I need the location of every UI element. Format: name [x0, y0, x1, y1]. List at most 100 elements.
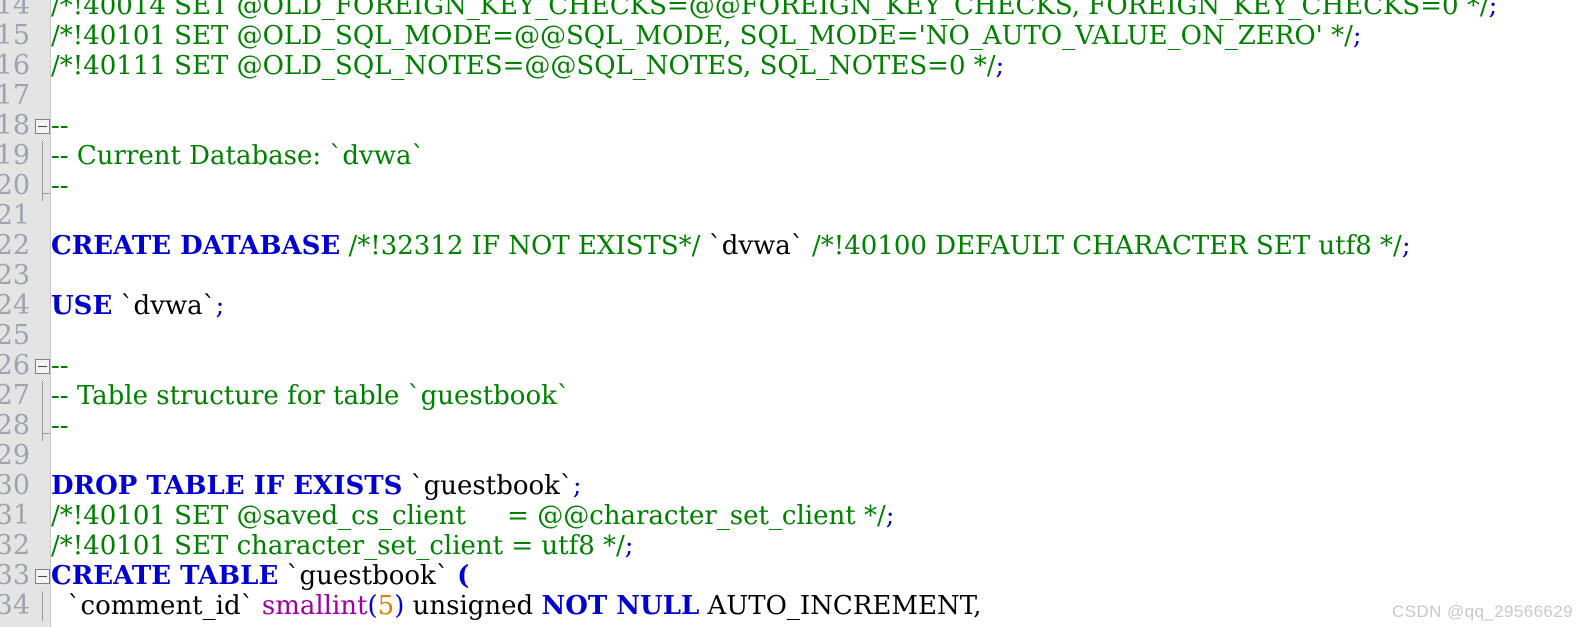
code-token: `comment_id`: [67, 591, 254, 621]
code-token: NOT NULL: [541, 591, 700, 621]
code-token: smallint: [261, 591, 368, 621]
csdn-watermark: CSDN @qq_29566629: [1392, 602, 1573, 621]
code-line[interactable]: -- Current Database: `dvwa`: [51, 141, 1583, 171]
code-token: /*!40111 SET @OLD_SQL_NOTES=@@SQL_NOTES,…: [51, 51, 996, 81]
line-number: 27: [0, 380, 30, 411]
code-token: 5: [377, 591, 395, 621]
fold-guide-line: [42, 381, 43, 411]
code-token: AUTO_INCREMENT,: [699, 591, 982, 621]
code-line[interactable]: CREATE DATABASE /*!32312 IF NOT EXISTS*/…: [51, 231, 1583, 261]
fold-guide-end: [42, 433, 50, 434]
line-number: 25: [0, 320, 30, 351]
code-line[interactable]: `comment_id` smallint(5) unsigned NOT NU…: [51, 591, 1583, 621]
code-token: /*!40100 DEFAULT CHARACTER SET utf8 */: [812, 231, 1402, 261]
code-token: --: [51, 351, 69, 381]
fold-guide-line: [42, 141, 43, 171]
code-line[interactable]: DROP TABLE IF EXISTS `guestbook`;: [51, 471, 1583, 501]
gutter-divider: [50, 0, 51, 627]
code-token: CREATE DATABASE: [51, 231, 341, 261]
line-number: 18: [0, 110, 30, 141]
code-token: ;: [885, 501, 895, 531]
code-line[interactable]: -- Table structure for table `guestbook`: [51, 381, 1583, 411]
line-number: 23: [0, 260, 30, 291]
code-token: CREATE TABLE: [51, 561, 279, 591]
fold-collapse-icon[interactable]: [35, 119, 50, 134]
code-line[interactable]: /*!40101 SET character_set_client = utf8…: [51, 531, 1583, 561]
line-number: 29: [0, 440, 30, 471]
code-line[interactable]: [51, 201, 1583, 231]
code-line[interactable]: USE `dvwa`;: [51, 291, 1583, 321]
code-line[interactable]: /*!40101 SET @OLD_SQL_MODE=@@SQL_MODE, S…: [51, 21, 1583, 51]
code-token: -- Table structure for table `guestbook`: [51, 381, 570, 411]
fold-guide-line: [42, 171, 43, 201]
code-line[interactable]: /*!40101 SET @saved_cs_client = @@charac…: [51, 501, 1583, 531]
code-token: /*!40101 SET @saved_cs_client = @@charac…: [51, 501, 886, 531]
code-token: --: [51, 171, 69, 201]
code-line[interactable]: [51, 81, 1583, 111]
code-line[interactable]: /*!40014 SET @OLD_FOREIGN_KEY_CHECKS=@@F…: [51, 0, 1583, 21]
code-token: /*!40014 SET @OLD_FOREIGN_KEY_CHECKS=@@F…: [51, 0, 1489, 21]
code-token: ;: [1401, 231, 1411, 261]
code-token: `guestbook`: [410, 471, 573, 501]
code-token: /*!32312 IF NOT EXISTS*/: [348, 231, 701, 261]
line-number: 17: [0, 80, 30, 111]
code-line[interactable]: --: [51, 351, 1583, 381]
code-token: ;: [995, 51, 1005, 81]
code-token: (: [457, 561, 470, 591]
code-token: DROP TABLE IF EXISTS: [51, 471, 403, 501]
line-number: 31: [0, 500, 30, 531]
code-token: ;: [624, 531, 634, 561]
code-line[interactable]: [51, 261, 1583, 291]
line-number: 19: [0, 140, 30, 171]
code-area[interactable]: /*!40014 SET @OLD_FOREIGN_KEY_CHECKS=@@F…: [51, 0, 1583, 627]
code-line[interactable]: --: [51, 111, 1583, 141]
line-number: 15: [0, 20, 30, 51]
line-number: 24: [0, 290, 30, 321]
code-line[interactable]: /*!40111 SET @OLD_SQL_NOTES=@@SQL_NOTES,…: [51, 51, 1583, 81]
fold-strip[interactable]: [34, 0, 51, 627]
code-token: (: [367, 591, 378, 621]
code-token: ;: [1352, 21, 1362, 51]
code-line[interactable]: --: [51, 411, 1583, 441]
fold-collapse-icon[interactable]: [35, 359, 50, 374]
code-token: `dvwa`: [120, 291, 216, 321]
code-token: ;: [572, 471, 582, 501]
code-token: --: [51, 411, 69, 441]
code-token: ): [394, 591, 405, 621]
code-token: -- Current Database: `dvwa`: [51, 141, 425, 171]
code-token: --: [51, 111, 69, 141]
editor-gutter: 14 15 16 17 18 19 20 21 22 23 24 25 26 27 28 29 30 31 32 33…: [0, 0, 51, 627]
line-number: 30: [0, 470, 30, 501]
code-token: `dvwa`: [708, 231, 804, 261]
fold-collapse-icon[interactable]: [35, 569, 50, 584]
line-number: 14: [0, 0, 30, 21]
code-line[interactable]: [51, 321, 1583, 351]
line-number: 20: [0, 170, 30, 201]
code-token: USE: [51, 291, 113, 321]
fold-guide-end: [42, 193, 50, 194]
line-number: 32: [0, 530, 30, 561]
code-token: unsigned: [404, 591, 542, 621]
code-token: /*!40101 SET character_set_client = utf8…: [51, 531, 625, 561]
code-line[interactable]: --: [51, 171, 1583, 201]
code-token: `guestbook`: [286, 561, 449, 591]
line-number: 34: [0, 590, 30, 621]
line-number: 26: [0, 350, 30, 381]
line-number: 16: [0, 50, 30, 81]
fold-guide-line: [42, 591, 43, 621]
fold-guide-line: [42, 411, 43, 441]
line-number: 28: [0, 410, 30, 441]
code-token: /*!40101 SET @OLD_SQL_MODE=@@SQL_MODE, S…: [51, 21, 1353, 51]
code-line[interactable]: CREATE TABLE `guestbook` (: [51, 561, 1583, 591]
code-line[interactable]: [51, 441, 1583, 471]
code-token: ;: [1488, 0, 1498, 21]
line-number: 33: [0, 560, 30, 591]
code-token: ;: [215, 291, 225, 321]
